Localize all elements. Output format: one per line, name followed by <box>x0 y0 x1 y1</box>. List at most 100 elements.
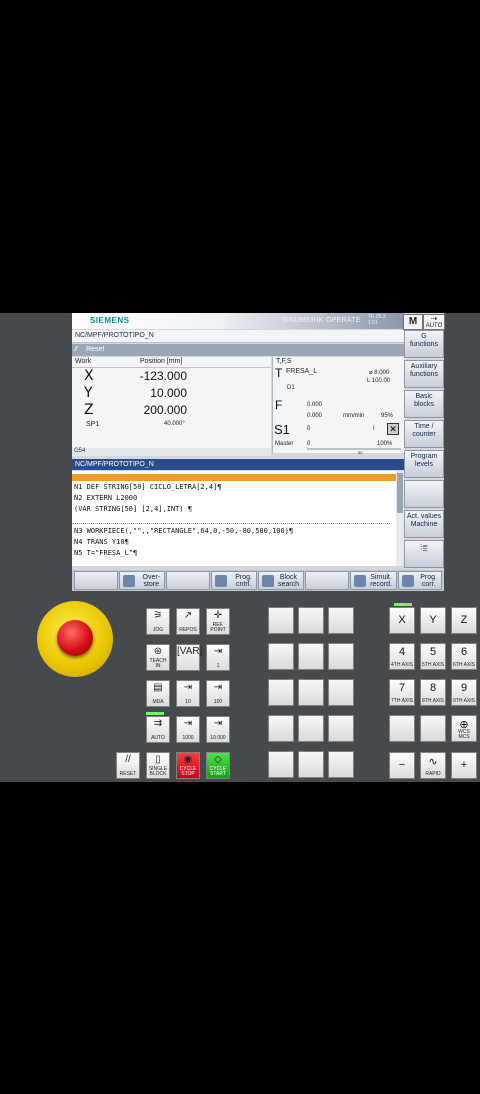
key-symbol: ✛ <box>213 610 223 621</box>
machine-mode-button[interactable]: M <box>403 314 423 330</box>
minus-key[interactable]: − <box>389 752 415 779</box>
key-label: 10 000 <box>210 735 226 741</box>
key-label: WCS MCS <box>458 729 470 740</box>
inc-10-key[interactable]: ⇥ 10 <box>176 680 200 707</box>
blank-key[interactable] <box>328 715 354 742</box>
key-symbol: ∿ <box>428 756 438 768</box>
key-label: 1 <box>216 663 220 669</box>
single-block-key[interactable]: ▯ SINGLE BLOCK <box>146 752 170 779</box>
ref-point-key[interactable]: ✛ REF. POINT <box>206 608 230 635</box>
key-label: RESET <box>119 771 137 777</box>
softkey-h3[interactable] <box>166 571 210 590</box>
axis-6-key[interactable]: 6 6TH AXIS <box>451 643 477 670</box>
teach-in-key[interactable]: ⊛ TEACH IN <box>146 644 170 671</box>
key-label: SINGLE BLOCK <box>148 766 168 777</box>
softkey-simult-record[interactable]: Simult. record. <box>350 571 397 590</box>
axis-x-key[interactable]: X <box>389 607 415 634</box>
var-key[interactable]: [VAR] <box>176 644 202 671</box>
key-symbol: ⇥ <box>183 682 193 693</box>
blank-key[interactable] <box>328 643 354 670</box>
key-symbol: Y <box>429 614 437 626</box>
key-symbol: ↗ <box>183 610 193 621</box>
key-symbol: 9 <box>460 682 468 694</box>
blank-key[interactable] <box>298 643 324 670</box>
blank-key[interactable] <box>389 715 415 742</box>
key-label: 6TH AXIS <box>453 662 475 668</box>
horizontal-softkey-bar: Over- store Prog. cntrl. Block search Si… <box>72 570 444 591</box>
editor-scrollbar[interactable] <box>396 471 404 566</box>
prog-corr-icon <box>402 575 414 587</box>
plus-key[interactable]: + <box>451 752 477 779</box>
axis-z-key[interactable]: Z <box>451 607 477 634</box>
key-symbol: Z <box>460 614 468 626</box>
softkey-overstore[interactable]: Over- store <box>119 571 165 590</box>
code-line: N3 WORKPIECE(,"",,"RECTANGLE",64,0,-50,-… <box>74 527 294 535</box>
key-symbol: 7 <box>398 682 406 694</box>
blank-key[interactable] <box>298 751 324 778</box>
key-symbol: + <box>460 759 468 771</box>
program-path: NC/MPF/PROTOTIPO_N <box>72 330 404 343</box>
softkey-h6[interactable] <box>305 571 349 590</box>
softkey-auxiliary-functions[interactable]: Auxiliary functions <box>404 360 444 388</box>
cycle-stop-key[interactable]: ◉ CYCLE STOP <box>176 752 200 779</box>
program-editor[interactable]: N1 DEF STRING[50] CICLO_LETRA[2,4]¶ N2 E… <box>72 471 396 566</box>
blank-key[interactable] <box>298 607 324 634</box>
key-symbol: ⇥ <box>213 646 223 657</box>
blank-key[interactable] <box>268 679 294 706</box>
key-label: TEACH IN <box>149 658 167 669</box>
softkey-prog-corr[interactable]: Prog. corr. <box>398 571 442 590</box>
inc-10000-key[interactable]: ⇥ 10 000 <box>206 716 230 743</box>
wcs-mcs-key[interactable]: ⊕ WCS MCS <box>451 715 477 742</box>
softkey-basic-blocks[interactable]: Basic blocks <box>404 390 444 418</box>
softkey-prog-cntrl[interactable]: Prog. cntrl. <box>211 571 257 590</box>
blank-key[interactable] <box>298 679 324 706</box>
channel-status: ⁄⁄ Reset <box>72 344 404 356</box>
blank-key[interactable] <box>268 715 294 742</box>
key-symbol: ⇥ <box>183 718 193 729</box>
reset-key[interactable]: // RESET <box>116 752 140 779</box>
blank-key[interactable] <box>420 715 446 742</box>
softkey-program-levels[interactable]: Program levels <box>404 450 444 478</box>
spindle-row: SP1 40.000° <box>86 421 185 428</box>
jog-key[interactable]: ⚞ JOG <box>146 608 170 635</box>
softkey-empty[interactable] <box>404 480 444 508</box>
work-offset: G54 <box>72 448 271 456</box>
code-line: N5 T="FRESA_L"¶ <box>74 549 138 557</box>
axis-8-key[interactable]: 8 8TH AXIS <box>420 679 446 706</box>
blank-key[interactable] <box>268 643 294 670</box>
tool-name: FRESA_L <box>286 368 318 375</box>
softkey-time-counter[interactable]: Time / counter <box>404 420 444 448</box>
key-label: 8TH AXIS <box>422 698 444 704</box>
auto-mode-button[interactable]: ⇢ AUTO <box>423 314 445 330</box>
auto-key[interactable]: ⇉ AUTO <box>146 716 170 743</box>
cycle-start-key[interactable]: ◇ CYCLE START <box>206 752 230 779</box>
axis-4-key[interactable]: 4 4TH AXIS <box>389 643 415 670</box>
softkey-h1[interactable] <box>74 571 118 590</box>
axis-y-key[interactable]: Y <box>420 607 446 634</box>
inc-100-key[interactable]: ⇥ 100 <box>206 680 230 707</box>
repos-key[interactable]: ↗ REPOS <box>176 608 200 635</box>
blank-key[interactable] <box>328 679 354 706</box>
softkey-next[interactable]: ⫶≣ <box>404 540 444 568</box>
axis-7-key[interactable]: 7 7TH AXIS <box>389 679 415 706</box>
emergency-stop-button[interactable] <box>57 620 93 656</box>
blank-key[interactable] <box>298 715 324 742</box>
key-label: MDA <box>152 699 164 705</box>
softkey-g-functions[interactable]: G functions <box>404 330 444 358</box>
blank-key[interactable] <box>268 751 294 778</box>
blank-key[interactable] <box>328 751 354 778</box>
softkey-act-values-machine[interactable]: Act. values Machine <box>404 510 444 538</box>
key-symbol: ▯ <box>155 754 161 765</box>
softkey-block-search[interactable]: Block search <box>258 571 304 590</box>
blank-key[interactable] <box>328 607 354 634</box>
axis-5-key[interactable]: 5 5TH AXIS <box>420 643 446 670</box>
code-line: N1 DEF STRING[50] CICLO_LETRA[2,4]¶ <box>74 483 222 491</box>
inc-1000-key[interactable]: ⇥ 1000 <box>176 716 200 743</box>
inc-1-key[interactable]: ⇥ 1 <box>206 644 230 671</box>
key-symbol: // <box>125 754 131 765</box>
rapid-key[interactable]: ∿ RAPID <box>420 752 446 779</box>
axis-9-key[interactable]: 9 9TH AXIS <box>451 679 477 706</box>
spindle-load-bar <box>307 448 401 450</box>
mda-key[interactable]: ▤ MDA <box>146 680 170 707</box>
blank-key[interactable] <box>268 607 294 634</box>
